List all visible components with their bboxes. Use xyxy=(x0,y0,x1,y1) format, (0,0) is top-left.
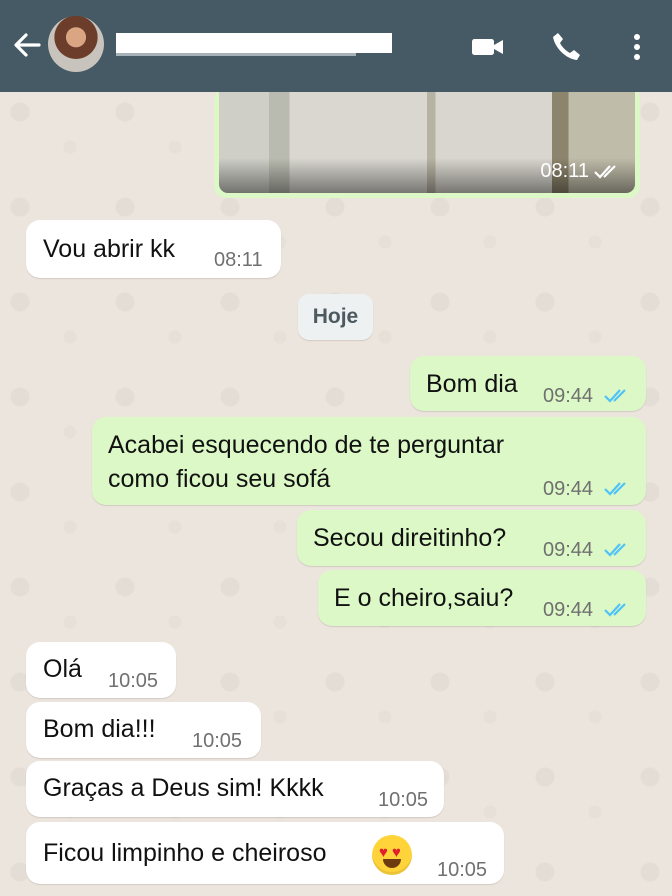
chat-header xyxy=(0,0,672,92)
message-text: Olá xyxy=(43,655,82,683)
message-bubble-incoming[interactable]: Graças a Deus sim! Kkkk 10:05 xyxy=(26,761,444,817)
phone-icon[interactable] xyxy=(550,30,584,64)
message-text: Vou abrir kk xyxy=(43,235,176,263)
message-bubble-incoming[interactable]: Bom dia!!! 10:05 xyxy=(26,702,261,758)
image-thumbnail[interactable]: 08:11 xyxy=(219,92,635,193)
message-text: Graças a Deus sim! Kkkk xyxy=(43,774,324,802)
message-text: Secou direitinho? xyxy=(313,524,507,552)
message-time: 10:05 xyxy=(108,670,159,692)
chat-area[interactable]: 08:11 Vou abrir kk 08:11 Hoje Bom dia 09… xyxy=(0,92,672,896)
message-time: 10:05 xyxy=(437,859,488,881)
message-text: Ficou limpinho e cheiroso xyxy=(43,839,327,867)
image-message[interactable]: 08:11 xyxy=(214,92,640,198)
more-vertical-icon[interactable] xyxy=(620,30,654,64)
image-time: 08:11 xyxy=(540,160,621,183)
message-time: 09:44 xyxy=(543,385,594,407)
message-bubble-outgoing[interactable]: Bom dia 09:44 xyxy=(410,356,646,411)
message-time: 10:05 xyxy=(192,730,243,752)
double-check-icon xyxy=(594,165,616,179)
double-check-icon xyxy=(604,389,626,403)
contact-name-redaction[interactable] xyxy=(116,33,392,53)
contact-avatar[interactable] xyxy=(48,16,104,72)
message-text: Acabei esquecendo de te perguntar como f… xyxy=(108,431,505,493)
heart-eyes-emoji-icon: ♥ ♥ xyxy=(372,835,412,875)
message-time: 09:44 xyxy=(543,599,594,621)
contact-name-partial xyxy=(116,53,356,64)
message-time: 09:44 xyxy=(543,539,594,561)
message-text: Bom dia!!! xyxy=(43,715,156,743)
message-time: 09:44 xyxy=(543,478,594,500)
arrow-back-icon[interactable] xyxy=(10,28,44,62)
message-bubble-incoming[interactable]: Ficou limpinho e cheiroso ♥ ♥ 10:05 xyxy=(26,822,504,884)
message-bubble-outgoing[interactable]: Acabei esquecendo de te perguntar como f… xyxy=(92,417,646,505)
message-text: Bom dia xyxy=(426,370,518,398)
message-bubble-outgoing[interactable]: Secou direitinho? 09:44 xyxy=(297,510,646,566)
message-bubble-incoming[interactable]: Olá 10:05 xyxy=(26,642,176,698)
double-check-icon xyxy=(604,543,626,557)
message-text: E o cheiro,saiu? xyxy=(334,584,514,612)
double-check-icon xyxy=(604,603,626,617)
message-bubble-incoming[interactable]: Vou abrir kk 08:11 xyxy=(26,220,281,278)
message-bubble-outgoing[interactable]: E o cheiro,saiu? 09:44 xyxy=(318,570,646,626)
date-divider: Hoje xyxy=(298,294,373,340)
video-camera-icon[interactable] xyxy=(470,30,504,64)
double-check-icon xyxy=(604,482,626,496)
message-time: 08:11 xyxy=(214,249,263,271)
message-time: 10:05 xyxy=(378,789,429,811)
